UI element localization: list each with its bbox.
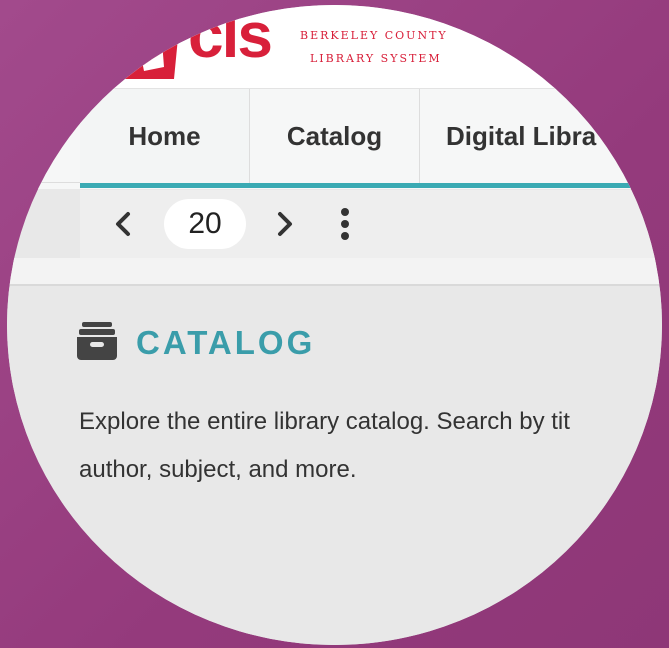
pager-toolbar: 20: [80, 190, 662, 258]
page-number[interactable]: 20: [164, 199, 246, 249]
section-title[interactable]: CATALOG: [136, 324, 315, 362]
library-page: cls Berkeley County Library System Home …: [7, 5, 662, 645]
logo-mark-icon[interactable]: [110, 5, 184, 79]
description-line-1: Explore the entire library catalog. Sear…: [79, 408, 570, 435]
description-line-2: author, subject, and more.: [79, 456, 357, 483]
tab-home[interactable]: Home: [80, 89, 250, 184]
more-vertical-icon[interactable]: [328, 204, 362, 244]
logo-tagline: Berkeley County Library System: [300, 24, 448, 70]
section-description: Explore the entire library catalog. Sear…: [79, 398, 662, 494]
archive-box-icon: [77, 322, 117, 360]
magnifier-lens: cls Berkeley County Library System Home …: [7, 5, 662, 645]
site-header: cls Berkeley County Library System: [7, 5, 662, 90]
active-tab-indicator: [80, 183, 662, 188]
logo-text[interactable]: cls: [188, 5, 273, 72]
tab-catalog[interactable]: Catalog: [250, 89, 420, 184]
toolbar-spacer: [7, 258, 662, 284]
tagline-line-1: Berkeley County: [300, 29, 448, 42]
tab-divider: [7, 182, 80, 183]
chevron-left-icon[interactable]: [106, 204, 140, 244]
main-nav-tabs: Home Catalog Digital Libra: [7, 88, 662, 189]
chevron-right-icon[interactable]: [268, 204, 302, 244]
tagline-line-2: Library System: [310, 52, 442, 65]
tab-digital-library[interactable]: Digital Libra: [420, 89, 662, 184]
